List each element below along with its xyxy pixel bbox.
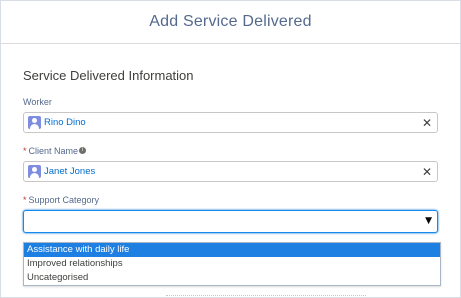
client-name-clear-icon[interactable]: ✕ — [421, 166, 433, 178]
worker-lookup-field[interactable]: Rino Dino ✕ — [23, 112, 438, 133]
user-avatar-icon — [28, 116, 41, 129]
required-marker: * — [23, 145, 27, 156]
option-improved-relationships[interactable]: Improved relationships — [24, 257, 440, 271]
service-delivered-section: Service Delivered Information Worker Rin… — [1, 68, 460, 233]
client-name-label-text: Client Name — [28, 145, 79, 156]
client-name-label: * Client Name i — [23, 145, 438, 156]
info-icon[interactable]: i — [79, 147, 87, 154]
add-service-delivered-modal: Add Service Delivered Service Delivered … — [0, 0, 461, 298]
worker-selected-value[interactable]: Rino Dino — [44, 117, 421, 128]
support-category-label-text: Support Category — [28, 194, 100, 205]
client-name-selected-value[interactable]: Janet Jones — [44, 166, 421, 177]
modal-header: Add Service Delivered — [1, 1, 460, 44]
support-category-select[interactable]: ▼ — [23, 210, 438, 233]
support-category-options-list: Assistance with daily life Improved rela… — [23, 242, 441, 286]
option-assistance-with-daily-life[interactable]: Assistance with daily life — [24, 243, 440, 257]
option-uncategorised[interactable]: Uncategorised — [24, 271, 440, 285]
chevron-down-icon[interactable]: ▼ — [425, 216, 432, 226]
user-avatar-icon — [28, 165, 41, 178]
client-name-lookup-field[interactable]: Janet Jones ✕ — [23, 161, 438, 182]
support-category-label: * Support Category — [23, 194, 438, 205]
worker-label-text: Worker — [23, 96, 52, 107]
required-marker: * — [23, 194, 27, 205]
modal-title: Add Service Delivered — [149, 13, 312, 30]
section-title: Service Delivered Information — [23, 68, 194, 83]
worker-clear-icon[interactable]: ✕ — [421, 117, 433, 129]
worker-label: Worker — [23, 96, 438, 107]
